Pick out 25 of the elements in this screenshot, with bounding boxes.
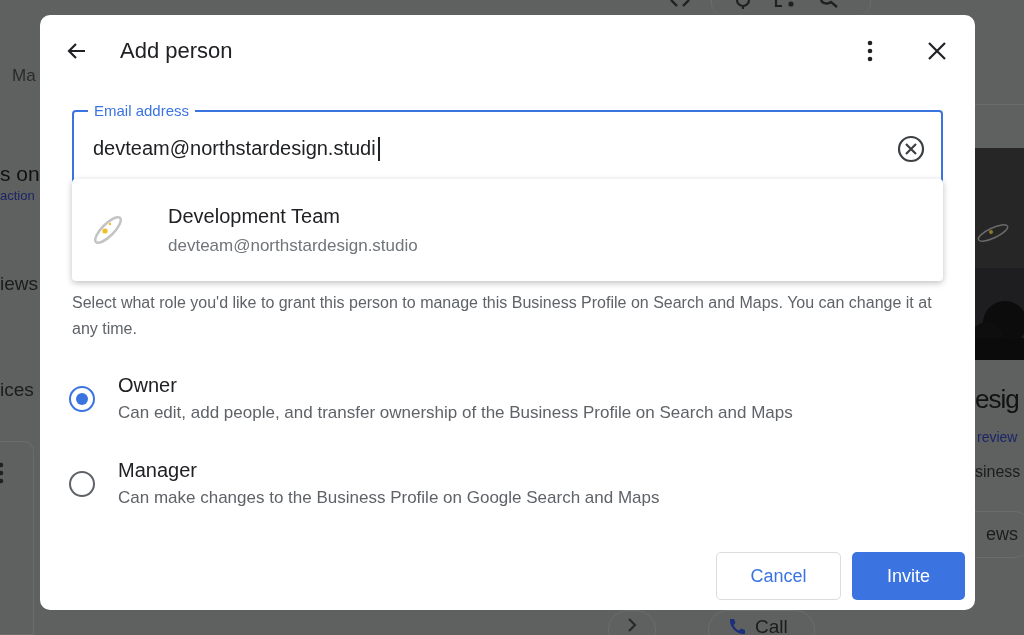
dialog-title: Add person <box>120 38 234 64</box>
role-label: Manager <box>118 459 198 482</box>
link-text[interactable]: action <box>0 188 35 203</box>
invite-button[interactable]: Invite <box>852 552 965 600</box>
role-description: Can make changes to the Business Profile on Google Search and Maps <box>118 488 660 508</box>
clear-icon[interactable] <box>897 134 925 163</box>
cancel-button[interactable]: Cancel <box>716 552 841 600</box>
radio-button[interactable] <box>69 470 95 497</box>
contact-email: devteam@northstardesign.studio <box>168 235 418 256</box>
contact-name: Development Team <box>168 204 341 228</box>
text-cursor <box>377 136 380 161</box>
description-text: Select what role you'd like to grant this person to manage this Business Profile on Search and Maps. You can change it at any time. <box>72 293 933 339</box>
chevron-right-icon <box>627 618 637 632</box>
role-description: Can edit, add people, and transfer ownership of the Business Profile on Search and Maps <box>118 403 793 423</box>
heading-text: esig <box>975 384 1019 415</box>
role-label: Owner <box>118 374 178 397</box>
more-icon[interactable] <box>867 40 873 62</box>
body-text: ices <box>0 379 34 401</box>
body-text: siness <box>975 463 1021 481</box>
suggestion-item[interactable]: Development Team devteam@northstardesign.studio <box>72 179 943 281</box>
phone-icon <box>727 617 747 635</box>
link-text[interactable]: review <box>977 429 1018 445</box>
heading-text: s on <box>0 162 40 186</box>
body-text: iews <box>0 273 38 295</box>
radio-button[interactable] <box>69 385 95 412</box>
